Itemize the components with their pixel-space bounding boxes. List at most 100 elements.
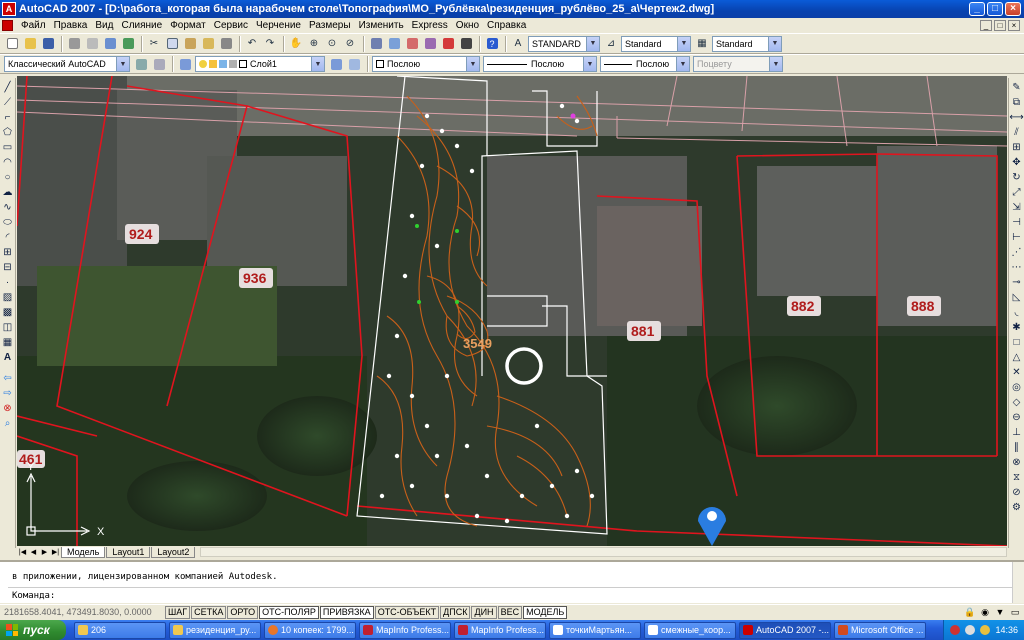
menu-dimension[interactable]: Размеры xyxy=(305,20,355,31)
ortho-toggle[interactable]: ОРТО xyxy=(227,605,259,619)
block-editor-icon[interactable] xyxy=(218,36,234,52)
menu-help[interactable]: Справка xyxy=(483,20,530,31)
color-select[interactable]: Послою ▼ xyxy=(372,56,480,72)
clock[interactable]: 14:36 xyxy=(995,625,1018,635)
print-preview-icon[interactable] xyxy=(84,36,100,52)
taskbar-item-autocad[interactable]: AutoCAD 2007 -... xyxy=(739,621,831,639)
snap-intersection-icon[interactable]: ✕ xyxy=(1010,366,1023,379)
publish-icon[interactable] xyxy=(102,36,118,52)
autocad-app-icon[interactable]: A xyxy=(2,2,16,16)
snap-none-icon[interactable]: ⊘ xyxy=(1010,486,1023,499)
snap-endpoint-icon[interactable]: □ xyxy=(1010,336,1023,349)
command-scrollbar[interactable] xyxy=(1012,562,1024,603)
first-tab-icon[interactable]: |◀ xyxy=(17,547,28,557)
arrow-left-icon[interactable]: ⇦ xyxy=(1,372,14,385)
zoom-realtime-icon[interactable]: ⊕ xyxy=(306,36,322,52)
clean-screen-icon[interactable]: ▭ xyxy=(1009,606,1021,618)
ducs-toggle[interactable]: ДПСК xyxy=(440,605,471,619)
array-icon[interactable]: ⊞ xyxy=(1010,141,1023,154)
dim-style-icon[interactable]: ⊿ xyxy=(603,36,619,52)
menu-merge[interactable]: Слияние xyxy=(117,20,166,31)
pan-icon[interactable]: ✋ xyxy=(288,36,304,52)
taskbar-item-mapinfo-2[interactable]: MapInfo Profess... xyxy=(454,621,546,639)
ellipse-icon[interactable]: ⬭ xyxy=(1,216,14,229)
command-prompt[interactable]: Команда: xyxy=(12,591,55,601)
snap-toggle[interactable]: ШАГ xyxy=(165,605,191,619)
dim-style-select[interactable]: Standard ▼ xyxy=(621,35,691,52)
tab-layout2[interactable]: Layout2 xyxy=(151,546,196,558)
table-style-select[interactable]: Standard ▼ xyxy=(712,35,782,52)
properties-icon[interactable] xyxy=(368,36,384,52)
scale-icon[interactable]: ⤢ xyxy=(1010,186,1023,199)
snap-parallel-icon[interactable]: ∥ xyxy=(1010,441,1023,454)
zoom-window-icon[interactable]: ⊙ xyxy=(324,36,340,52)
volume-icon[interactable] xyxy=(980,625,991,635)
make-block-icon[interactable]: ⊟ xyxy=(1,261,14,274)
menu-tools[interactable]: Сервис xyxy=(210,20,252,31)
trim-icon[interactable]: ⊣ xyxy=(1010,216,1023,229)
join-icon[interactable]: ⊸ xyxy=(1010,276,1023,289)
zoom-icon[interactable]: ⌕ xyxy=(1,417,14,430)
otrack-toggle[interactable]: ОТС-ОБЪЕКТ xyxy=(374,605,440,619)
ellipse-arc-icon[interactable]: ◜ xyxy=(1,231,14,244)
taskbar-item-browser[interactable]: 10 копеек: 1799... xyxy=(264,621,356,639)
match-properties-icon[interactable] xyxy=(200,36,216,52)
layer-manager-icon[interactable] xyxy=(177,56,193,72)
open-folder-icon[interactable] xyxy=(22,36,38,52)
rectangle-icon[interactable]: ▭ xyxy=(1,141,14,154)
move-icon[interactable]: ✥ xyxy=(1010,156,1023,169)
lwt-toggle[interactable]: ВЕС xyxy=(497,605,523,619)
save-icon[interactable] xyxy=(40,36,56,52)
line-icon[interactable]: ╱ xyxy=(1,81,14,94)
text-style-select[interactable]: STANDARD ▼ xyxy=(528,35,600,52)
design-center-icon[interactable] xyxy=(386,36,402,52)
redo-icon[interactable]: ↷ xyxy=(262,36,278,52)
minimize-button[interactable]: _ xyxy=(969,2,985,16)
network-icon[interactable] xyxy=(965,625,976,635)
last-tab-icon[interactable]: ▶| xyxy=(50,547,61,557)
grid-toggle[interactable]: СЕТКА xyxy=(191,605,227,619)
menu-view[interactable]: Вид xyxy=(91,20,117,31)
doc-close-button[interactable]: × xyxy=(1008,19,1020,31)
tab-model[interactable]: Модель xyxy=(61,546,106,558)
stretch-icon[interactable]: ⇲ xyxy=(1010,201,1023,214)
layer-select[interactable]: Слой1 ▼ xyxy=(195,56,325,72)
taskbar-item-document-points[interactable]: точкиМартьян... xyxy=(549,621,641,639)
chamfer-icon[interactable]: ◺ xyxy=(1010,291,1023,304)
offset-icon[interactable]: ⫽ xyxy=(1010,126,1023,139)
tab-layout1[interactable]: Layout1 xyxy=(106,546,151,558)
status-menu-icon[interactable]: ▼ xyxy=(994,606,1006,618)
rotate-icon[interactable]: ↻ xyxy=(1010,171,1023,184)
drawing-area[interactable]: 924 936 881 882 888 461 3549 X Y xyxy=(17,76,1007,546)
polygon-icon[interactable]: ⬠ xyxy=(1,126,14,139)
table-style-icon[interactable]: ▦ xyxy=(694,36,710,52)
model-toggle[interactable]: МОДЕЛЬ xyxy=(523,605,568,619)
circle-icon[interactable]: ○ xyxy=(1,171,14,184)
title-bar[interactable]: A AutoCAD 2007 - [D:\работа_которая была… xyxy=(0,0,1024,18)
osnap-toggle[interactable]: ПРИВЯЗКА xyxy=(319,605,374,619)
snap-quadrant-icon[interactable]: ◇ xyxy=(1010,396,1023,409)
menu-format[interactable]: Формат xyxy=(166,20,210,31)
erase-icon[interactable]: ✎ xyxy=(1010,81,1023,94)
workspace-settings-icon[interactable] xyxy=(133,56,149,72)
sheet-set-icon[interactable] xyxy=(422,36,438,52)
hatch-icon[interactable]: ▨ xyxy=(1,291,14,304)
tray-app-icon[interactable] xyxy=(950,625,961,635)
menu-window[interactable]: Окно xyxy=(452,20,483,31)
coordinate-readout[interactable]: 2181658.4041, 473491.8030, 0.0000 xyxy=(0,607,165,617)
extend-icon[interactable]: ⊢ xyxy=(1010,231,1023,244)
zoom-previous-icon[interactable]: ⊘ xyxy=(342,36,358,52)
taskbar-item-document-coords[interactable]: смежные_коор... xyxy=(644,621,736,639)
previous-tab-icon[interactable]: ◀ xyxy=(28,547,39,557)
lineweight-select[interactable]: Послою ▼ xyxy=(600,56,690,72)
break-at-point-icon[interactable]: ⋰ xyxy=(1010,246,1023,259)
taskbar-item-folder[interactable]: 206 xyxy=(74,621,166,639)
mirror-icon[interactable]: ⟷ xyxy=(1009,111,1023,124)
snap-midpoint-icon[interactable]: △ xyxy=(1010,351,1023,364)
doc-restore-button[interactable]: □ xyxy=(994,19,1006,31)
menu-express[interactable]: Express xyxy=(408,20,452,31)
horizontal-scrollbar[interactable] xyxy=(200,547,1007,557)
menu-file[interactable]: Файл xyxy=(17,20,50,31)
polyline-icon[interactable]: ⌐ xyxy=(1,111,14,124)
snap-nearest-icon[interactable]: ⧖ xyxy=(1010,471,1023,484)
